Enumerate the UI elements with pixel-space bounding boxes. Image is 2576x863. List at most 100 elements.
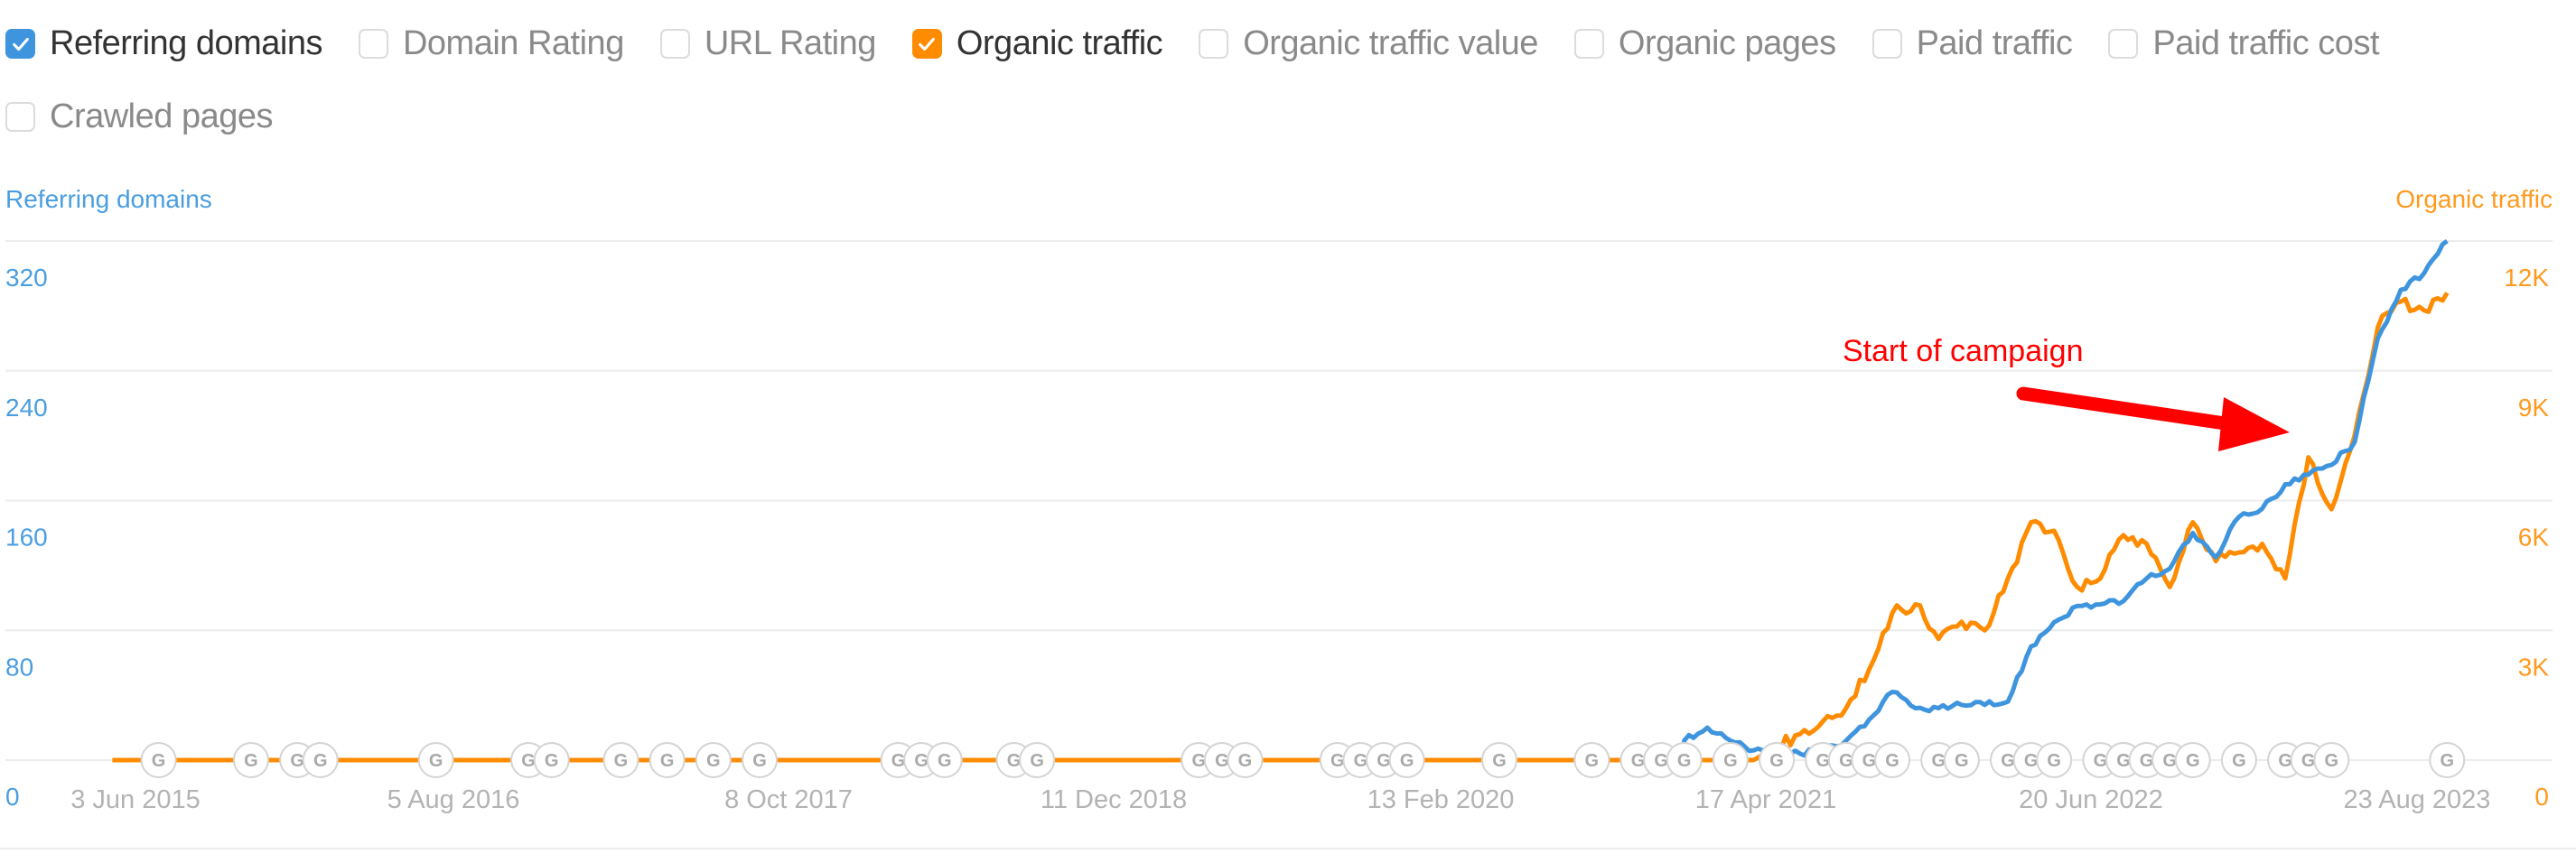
google-g-icon: G [1677,751,1692,771]
line-chart: Referring domains Organic traffic 320 240… [0,185,2576,849]
google-g-icon: G [290,751,304,771]
google-update-marker[interactable]: G [1943,742,1980,778]
google-update-marker[interactable]: G [1227,742,1264,778]
google-g-icon: G [2024,751,2039,771]
google-g-icon: G [2094,751,2108,771]
right-axis-ticks: 12K 9K 6K 3K 0 [2504,264,2549,811]
google-g-icon: G [706,751,721,771]
google-g-icon: G [1215,751,1229,771]
google-update-marker[interactable]: G [417,742,454,778]
x-tick-label: 17 Apr 2021 [1695,785,1836,814]
google-update-marker[interactable]: G [1712,742,1749,778]
google-update-marker[interactable]: G [649,742,686,778]
right-tick-label: 3K [2518,653,2550,681]
google-update-marker[interactable]: G [926,742,963,778]
google-g-icon: G [313,751,328,771]
google-g-icon: G [1723,751,1738,771]
google-g-icon: G [1330,751,1345,771]
google-g-icon: G [1400,751,1414,771]
google-update-marker[interactable]: G [695,742,732,778]
right-tick-label: 6K [2518,524,2550,552]
google-g-icon: G [244,751,258,771]
left-tick-label: 240 [5,394,48,422]
x-tick-label: 3 Jun 2015 [70,785,201,814]
x-tick-label: 8 Oct 2017 [724,785,853,814]
google-g-icon: G [2278,751,2292,771]
google-update-marker[interactable]: G [140,742,177,778]
google-update-marker[interactable]: G [742,742,779,778]
google-g-icon: G [1631,751,1646,771]
left-tick-label: 0 [5,783,20,811]
google-g-icon: G [1354,751,1368,771]
left-axis-title: Referring domains [5,185,212,213]
google-g-icon: G [2140,751,2154,771]
google-g-icon: G [2186,751,2200,771]
google-g-icon: G [660,751,675,771]
google-g-icon: G [1931,751,1946,771]
google-g-icon: G [1030,751,1044,771]
google-update-marker[interactable]: G [1759,742,1796,778]
gridlines [5,240,2553,761]
google-g-icon: G [1492,751,1507,771]
google-update-marker[interactable]: G [302,742,339,778]
series-line-organic-traffic [112,292,2450,763]
google-g-icon: G [1862,751,1877,771]
google-g-icon: G [1191,751,1206,771]
google-g-icon: G [1815,751,1830,771]
left-tick-label: 80 [5,653,33,681]
annotation-arrow-shaft [2016,386,2238,432]
x-tick-label: 5 Aug 2016 [387,785,520,814]
google-update-marker[interactable]: G [533,742,570,778]
x-tick-label: 23 Aug 2023 [2344,785,2491,814]
google-g-icon: G [2301,751,2316,771]
google-update-marker[interactable]: G [1019,742,1056,778]
google-update-marker[interactable]: G [1573,742,1610,778]
google-g-icon: G [1007,751,1022,771]
google-update-marker[interactable]: G [2313,742,2350,778]
right-axis-title: Organic traffic [2395,185,2553,213]
google-g-icon: G [1654,751,1668,771]
google-update-marker[interactable]: G [2174,742,2211,778]
google-g-icon: G [891,751,906,771]
google-g-icon: G [1585,751,1600,771]
google-g-icon: G [2001,751,2015,771]
google-g-icon: G [914,751,929,771]
google-g-icon: G [2232,751,2246,771]
google-g-icon: G [938,751,952,771]
right-tick-label: 12K [2504,264,2549,292]
google-update-marker[interactable]: G [602,742,639,778]
x-axis-ticks: 3 Jun 2015 5 Aug 2016 8 Oct 2017 11 Dec 201… [70,785,2490,814]
annotation-label: Start of campaign [1843,334,2083,368]
google-g-icon: G [545,751,559,771]
google-g-icon: G [1955,751,1969,771]
google-g-icon: G [2440,751,2454,771]
google-update-marker[interactable]: G [1480,742,1517,778]
campaign-annotation: Start of campaign [1843,334,2290,451]
google-update-marker[interactable]: G [2429,742,2466,778]
left-tick-label: 320 [5,264,48,292]
google-g-icon: G [1238,751,1253,771]
google-g-icon: G [1839,751,1853,771]
left-tick-label: 160 [5,524,48,552]
google-update-marker[interactable]: G [2220,742,2257,778]
google-g-icon: G [614,751,629,771]
right-tick-label: 0 [2534,783,2549,811]
google-g-icon: G [521,751,536,771]
google-update-marker[interactable]: G [232,742,269,778]
x-tick-label: 20 Jun 2022 [2019,785,2163,814]
google-update-marker[interactable]: G [2036,742,2073,778]
right-tick-label: 9K [2518,394,2550,422]
google-update-marker[interactable]: G [1666,742,1703,778]
annotation-arrow-head [2218,397,2290,451]
google-g-icon: G [1769,751,1784,771]
google-g-icon: G [1377,751,1391,771]
left-axis-ticks: 320 240 160 80 0 [5,264,48,811]
google-update-marker[interactable]: G [1874,742,1911,778]
google-g-icon: G [752,751,767,771]
google-g-icon: G [2325,751,2339,771]
x-tick-label: 11 Dec 2018 [1041,785,1187,814]
x-tick-label: 13 Feb 2020 [1367,785,1515,814]
google-update-marker[interactable]: G [1388,742,1425,778]
google-g-icon: G [2047,751,2061,771]
google-g-icon: G [2162,751,2177,771]
